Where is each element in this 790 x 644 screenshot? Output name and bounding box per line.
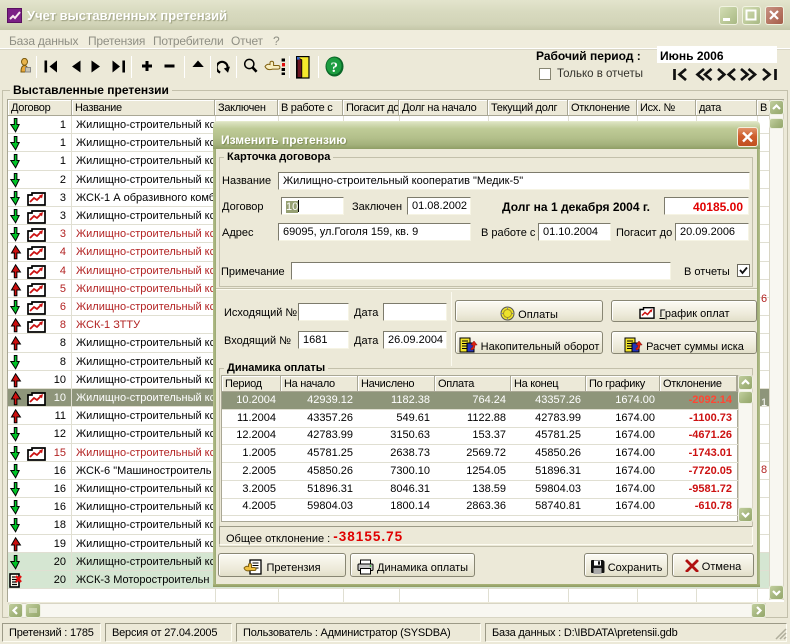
svg-text:?: ? — [331, 60, 339, 76]
